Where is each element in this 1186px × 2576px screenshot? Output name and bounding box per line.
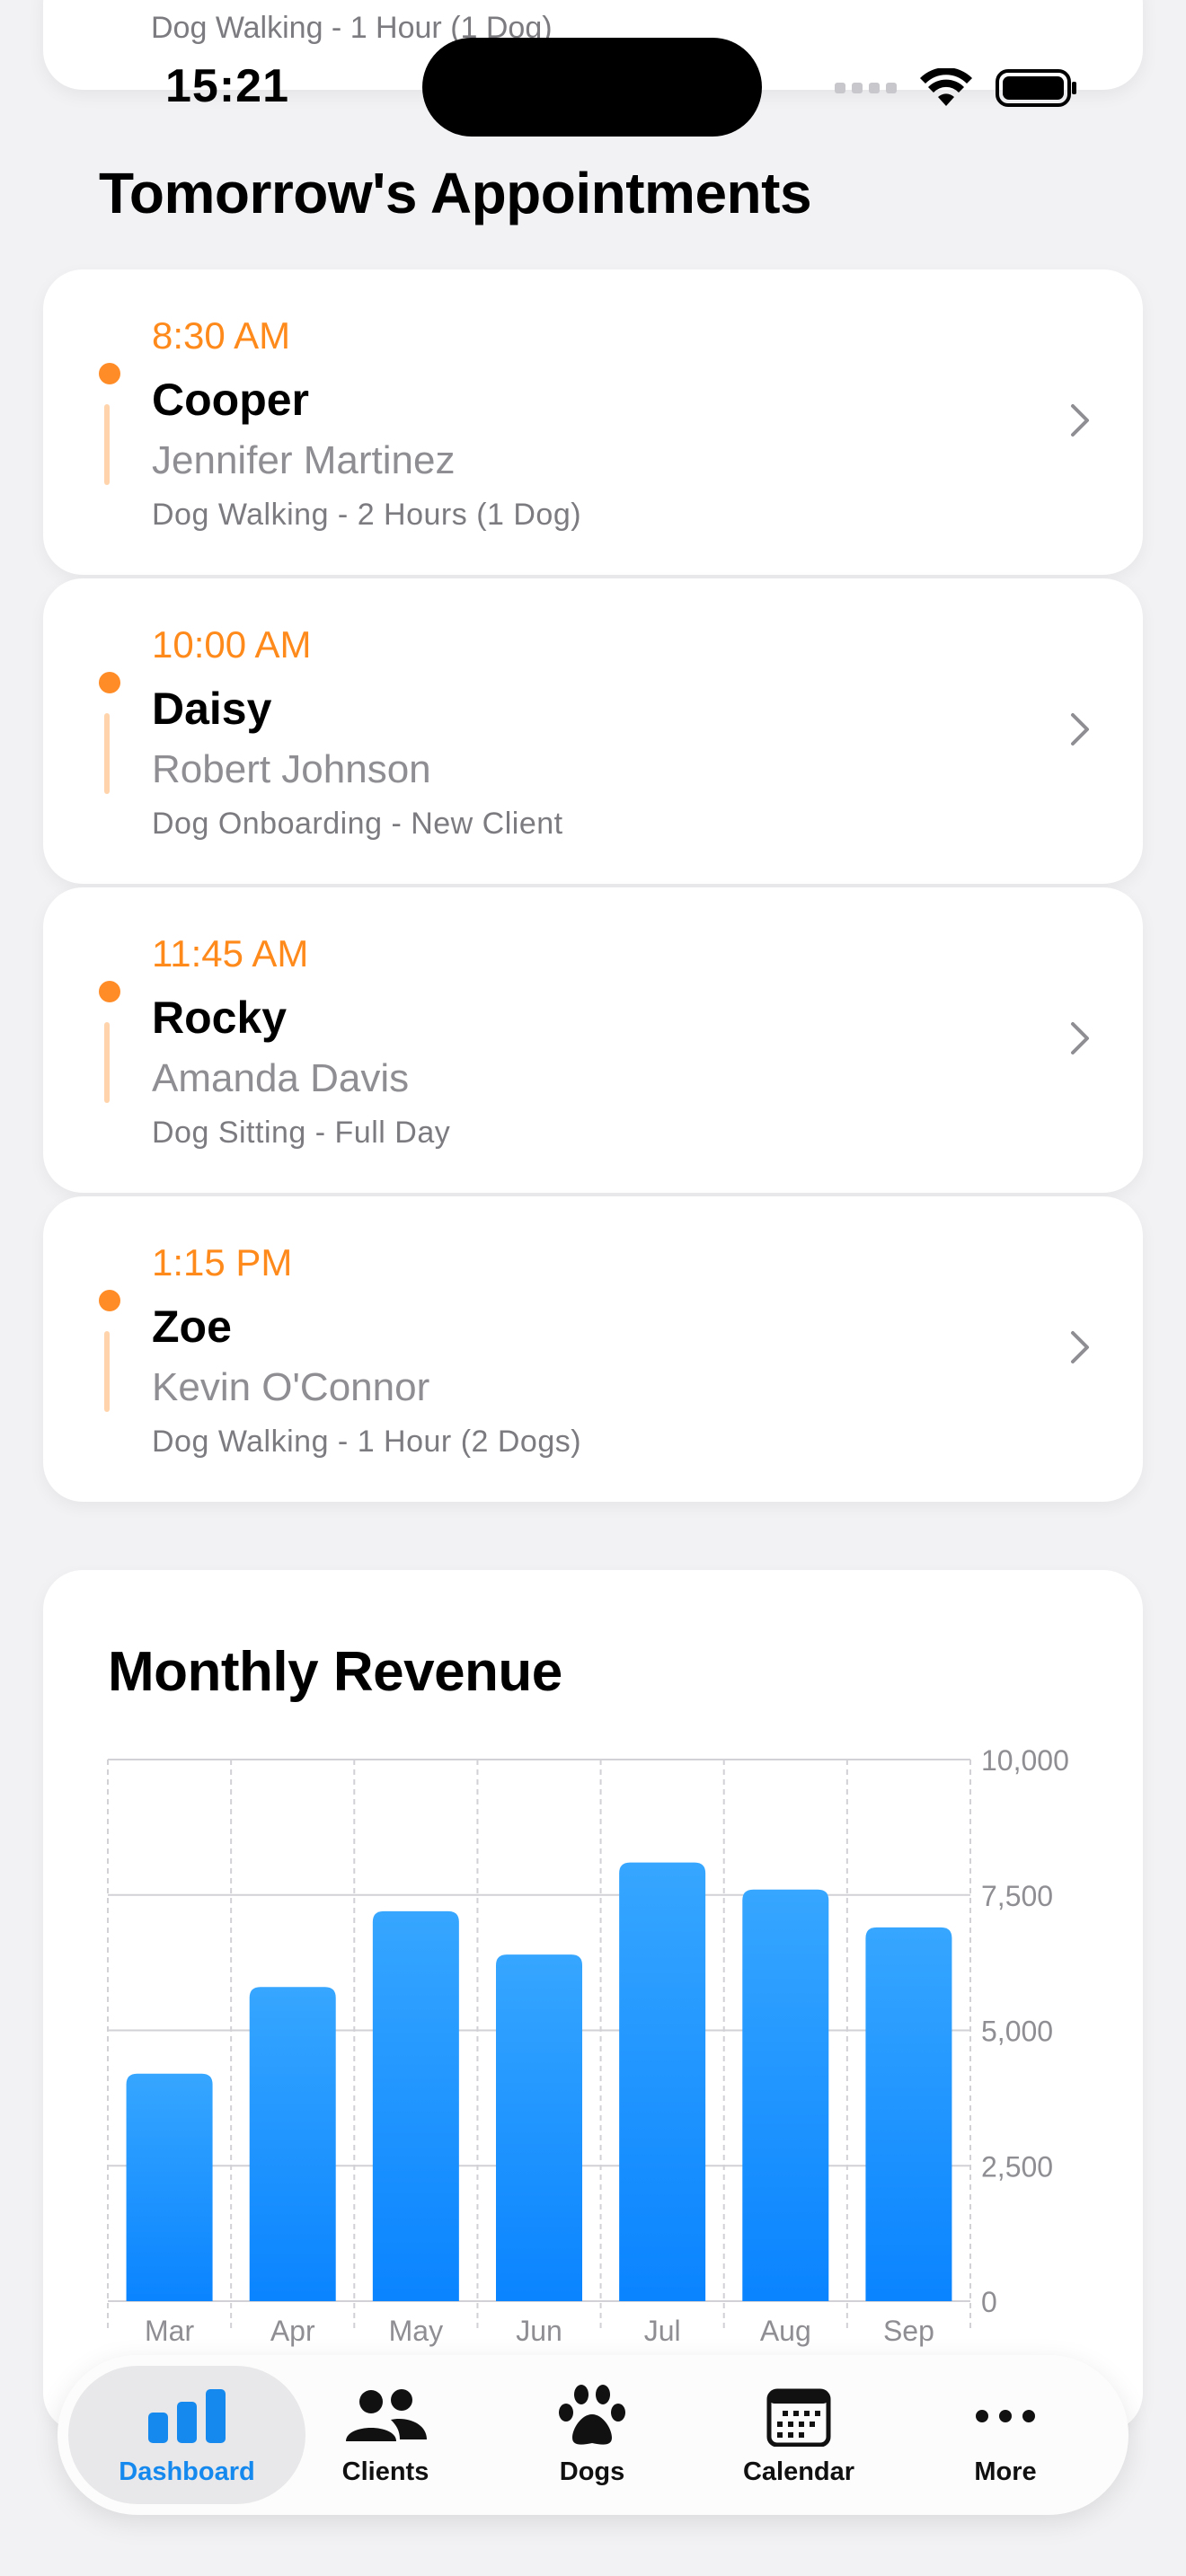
- tab-label: Clients: [341, 2457, 429, 2486]
- bar: [742, 1889, 829, 2301]
- battery-icon: [996, 69, 1076, 107]
- tab-label: More: [974, 2457, 1037, 2486]
- appointment-service: Dog Sitting - Full Day: [152, 1116, 451, 1150]
- timeline-dot: [99, 672, 120, 693]
- chevron-right-icon: [1071, 404, 1089, 437]
- appointment-owner: Jennifer Martinez: [152, 438, 456, 482]
- tab-clients[interactable]: Clients: [286, 2366, 485, 2504]
- appointment-service: Dog Onboarding - New Client: [152, 807, 563, 841]
- bar: [372, 1910, 459, 2301]
- dynamic-island: [422, 38, 762, 137]
- wifi-icon: [920, 68, 972, 106]
- monthly-revenue-card: Monthly Revenue 0 2,500 5,000 7,500 10,000 Ma…: [43, 1570, 1143, 2432]
- people-icon: [346, 2388, 427, 2441]
- timeline-line: [104, 404, 110, 485]
- appointment-card[interactable]: 11:45 AM Rocky Amanda Davis Dog Sitting …: [43, 887, 1143, 1193]
- bar-shape: [372, 1910, 459, 2301]
- timeline-dot: [99, 1290, 120, 1311]
- status-indicators: [835, 63, 1078, 113]
- bar: [865, 1927, 952, 2301]
- x-tick-label: Mar: [145, 2315, 194, 2347]
- appointment-list: 8:30 AM Cooper Jennifer Martinez Dog Wal…: [43, 269, 1143, 1505]
- appointment-time: 8:30 AM: [152, 314, 291, 357]
- bar-shape: [496, 1954, 582, 2301]
- appointment-dog-name: Zoe: [152, 1301, 232, 1352]
- bar: [249, 1987, 336, 2301]
- status-time: 15:21: [165, 60, 289, 112]
- chevron-right-icon: [1071, 713, 1089, 745]
- tab-dogs[interactable]: Dogs: [492, 2366, 692, 2504]
- appointment-owner: Kevin O'Connor: [152, 1365, 430, 1409]
- timeline-line: [104, 713, 110, 794]
- bar: [126, 2073, 213, 2301]
- tab-calendar[interactable]: Calendar: [699, 2366, 898, 2504]
- appointment-owner: Robert Johnson: [152, 747, 431, 791]
- tab-dashboard[interactable]: Dashboard: [68, 2366, 305, 2504]
- y-tick-label: 0: [981, 2286, 997, 2318]
- appointment-service: Dog Walking - 2 Hours (1 Dog): [152, 498, 582, 532]
- calendar-icon: [766, 2388, 831, 2447]
- chart-bar-icon: [148, 2388, 226, 2443]
- chevron-right-icon: [1071, 1022, 1089, 1054]
- timeline-line: [104, 1022, 110, 1103]
- y-tick-label: 10,000: [981, 1744, 1069, 1777]
- appointment-dog-name: Rocky: [152, 992, 288, 1043]
- x-tick-label: May: [389, 2315, 443, 2347]
- tab-bar: Dashboard Clients Dogs Calendar More: [58, 2355, 1128, 2515]
- appointment-card[interactable]: 10:00 AM Daisy Robert Johnson Dog Onboar…: [43, 578, 1143, 884]
- tab-more[interactable]: More: [906, 2366, 1105, 2504]
- x-tick-label: Aug: [760, 2315, 811, 2347]
- appointment-time: 11:45 AM: [152, 932, 309, 975]
- timeline-dot: [99, 363, 120, 384]
- timeline-line: [104, 1331, 110, 1412]
- y-tick-label: 7,500: [981, 1880, 1053, 1912]
- bar-shape: [865, 1927, 952, 2301]
- chevron-right-icon: [1071, 1331, 1089, 1363]
- paw-icon: [559, 2384, 625, 2445]
- appointment-time: 10:00 AM: [152, 623, 312, 666]
- appointment-dog-name: Cooper: [152, 375, 309, 425]
- bar: [619, 1862, 706, 2301]
- bar-shape: [126, 2073, 213, 2301]
- appointment-dog-name: Daisy: [152, 684, 272, 734]
- tab-label: Dogs: [559, 2457, 625, 2486]
- y-tick-label: 2,500: [981, 2150, 1053, 2183]
- appointment-card[interactable]: 8:30 AM Cooper Jennifer Martinez Dog Wal…: [43, 269, 1143, 575]
- appointment-time: 1:15 PM: [152, 1241, 293, 1284]
- tab-label: Dashboard: [119, 2457, 255, 2486]
- bar-shape: [742, 1889, 829, 2301]
- timeline-dot: [99, 981, 120, 1002]
- ellipsis-icon: [976, 2409, 1035, 2422]
- x-tick-label: Jul: [644, 2315, 681, 2347]
- bar-shape: [249, 1987, 336, 2301]
- revenue-bar-chart: 0 2,500 5,000 7,500 10,000 Mar Apr May Jun Jul Aug…: [107, 1744, 1069, 2347]
- appointment-card[interactable]: 1:15 PM Zoe Kevin O'Connor Dog Walking -…: [43, 1196, 1143, 1502]
- appointment-service: Dog Walking - 1 Hour (2 Dogs): [152, 1425, 582, 1459]
- tab-label: Calendar: [742, 2457, 855, 2486]
- section-title: Tomorrow's Appointments: [99, 161, 812, 225]
- x-tick-label: Sep: [883, 2315, 934, 2347]
- bar-shape: [619, 1862, 706, 2301]
- x-tick-label: Jun: [516, 2315, 562, 2347]
- bar: [496, 1954, 582, 2301]
- x-tick-label: Apr: [270, 2315, 315, 2347]
- appointment-owner: Amanda Davis: [152, 1056, 410, 1100]
- cellular-signal-icon: [835, 83, 897, 93]
- y-tick-label: 5,000: [981, 2016, 1053, 2048]
